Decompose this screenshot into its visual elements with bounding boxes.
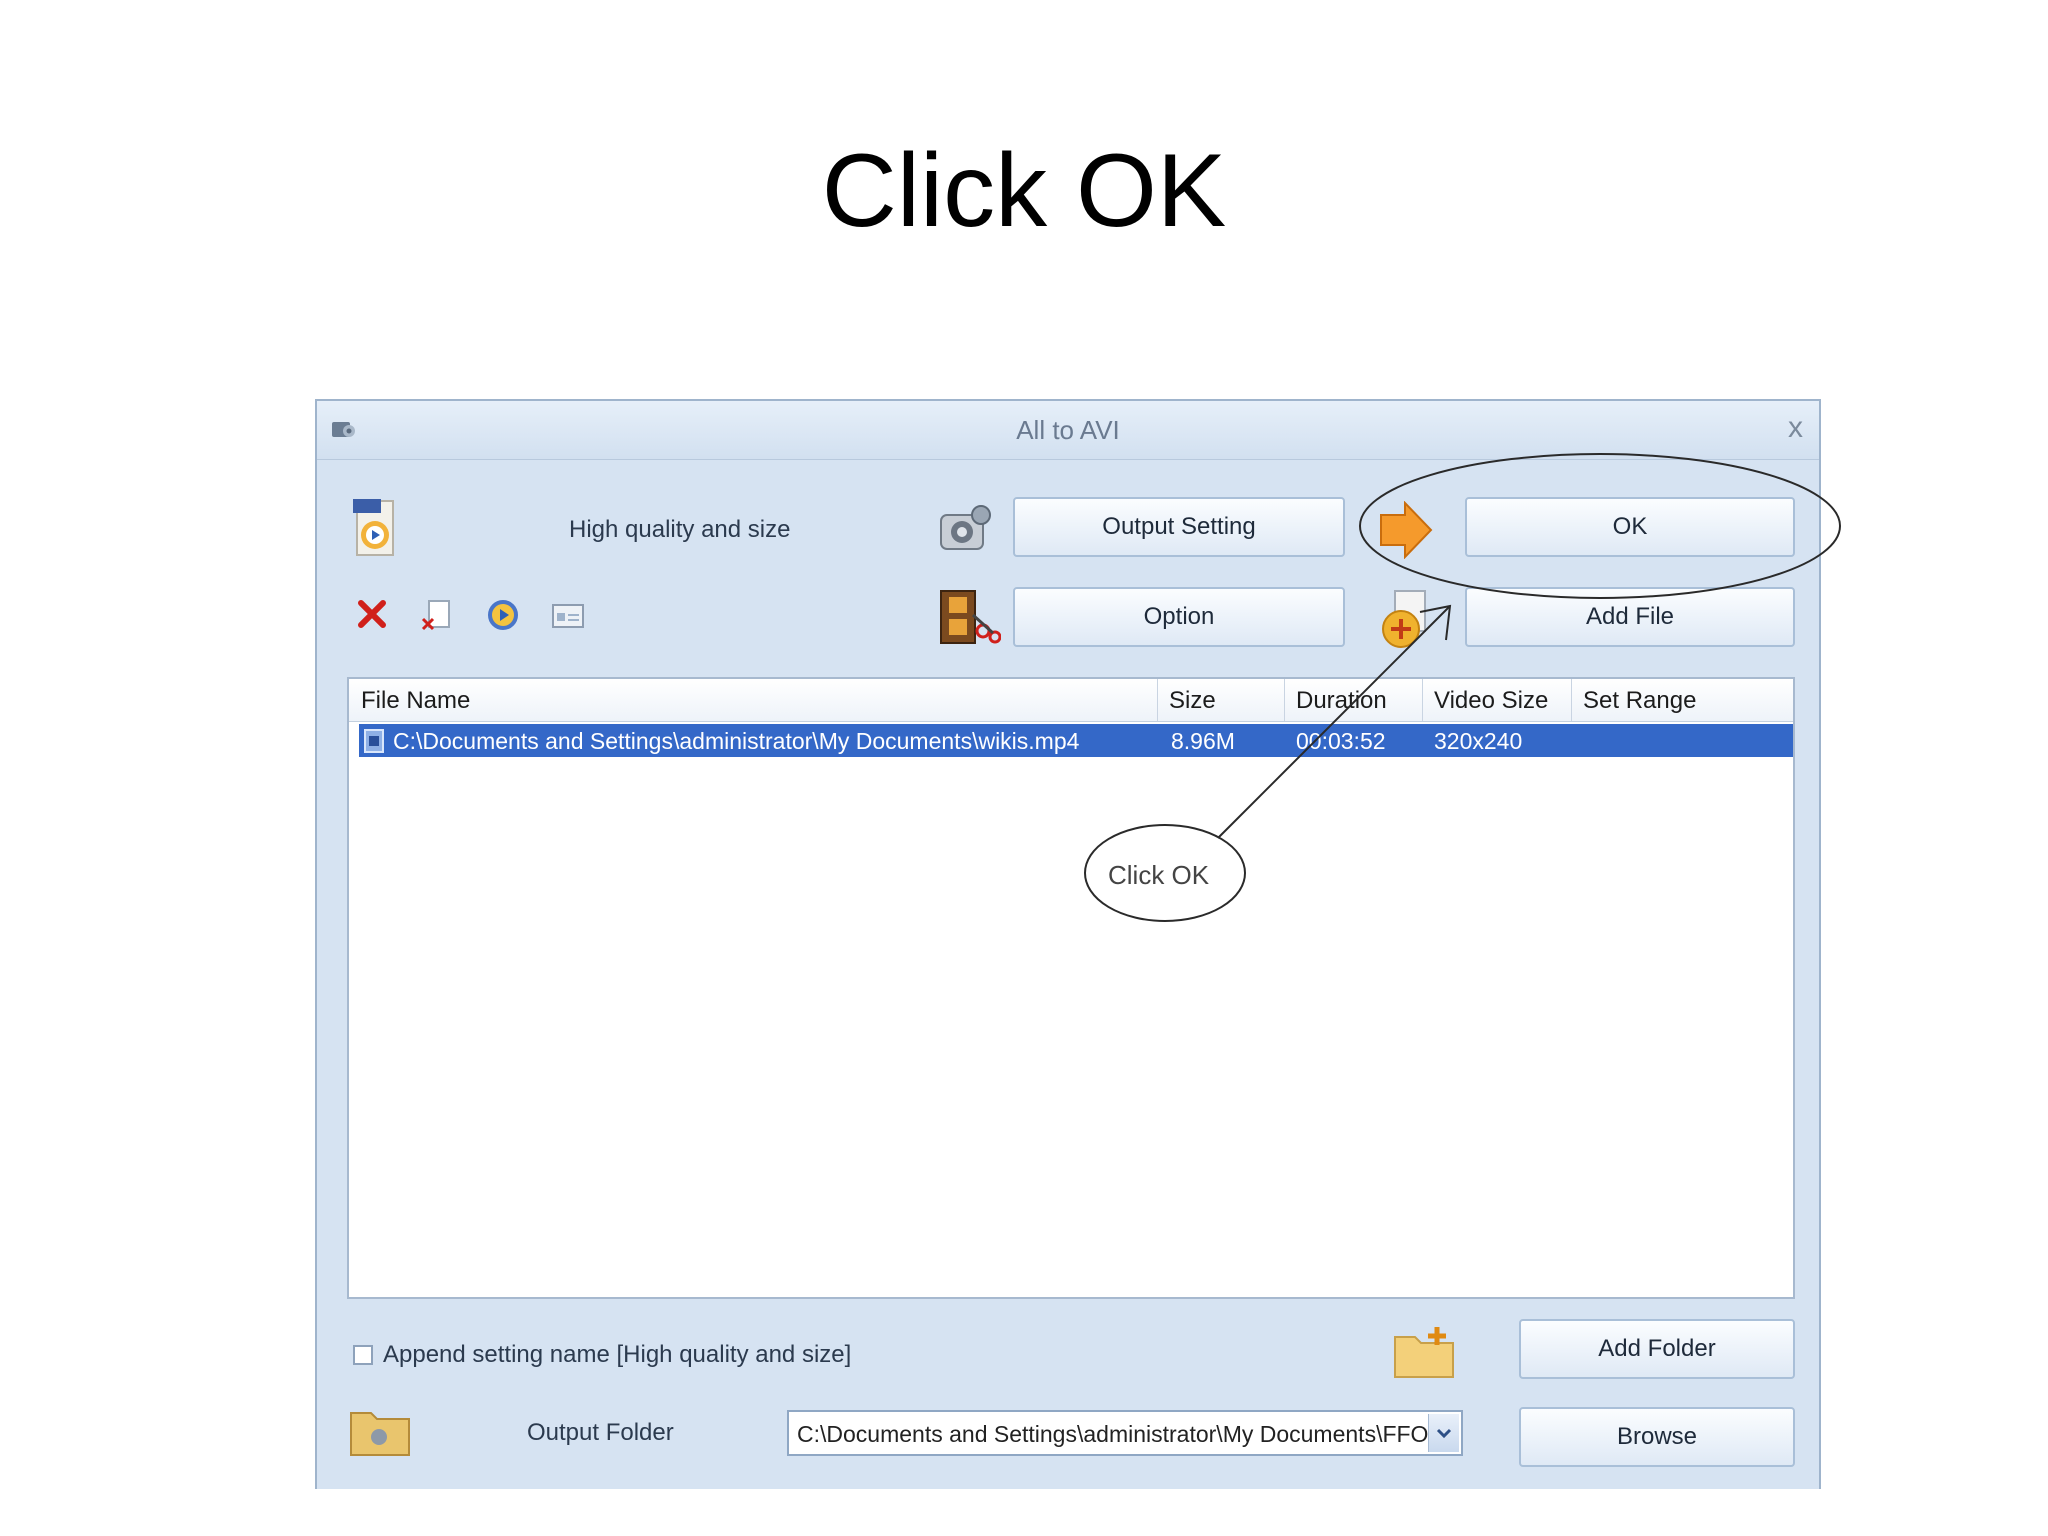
remove-file-icon[interactable] [421, 599, 451, 633]
output-folder-icon [350, 1412, 410, 1456]
file-list[interactable]: File Name Size Duration Video Size Set R… [347, 677, 1795, 1299]
play-icon[interactable] [487, 599, 519, 631]
properties-icon[interactable] [551, 603, 585, 629]
chevron-down-icon[interactable] [1428, 1414, 1459, 1452]
append-setting-label[interactable]: Append setting name [High quality and si… [383, 1341, 851, 1369]
add-file-button[interactable]: Add File [1465, 587, 1795, 647]
option-button[interactable]: Option [1013, 587, 1345, 647]
output-folder-label: Output Folder [527, 1419, 674, 1446]
table-row[interactable]: C:\Documents and Settings\administrator\… [359, 724, 1793, 757]
output-folder-value[interactable]: C:\Documents and Settings\administrator\… [797, 1421, 1428, 1448]
film-cut-icon[interactable] [937, 587, 1001, 647]
slide-title: Click OK [821, 133, 1227, 249]
app-window: All to AVI x High quality and size Outpu… [315, 399, 1821, 1489]
add-folder-icon[interactable] [1393, 1323, 1457, 1381]
cell-duration: 00:03:52 [1296, 728, 1386, 754]
append-setting-checkbox[interactable] [353, 1345, 373, 1365]
profile-label[interactable]: High quality and size [569, 516, 790, 544]
cell-video-size: 320x240 [1434, 728, 1523, 754]
title-bar: All to AVI x [317, 401, 1819, 460]
callout-text: Click OK [1108, 860, 1210, 890]
column-duration[interactable]: Duration [1296, 687, 1387, 715]
cell-file-name: C:\Documents and Settings\administrator\… [393, 728, 1080, 754]
column-size[interactable]: Size [1169, 687, 1216, 715]
column-file-name[interactable]: File Name [361, 687, 470, 715]
column-video-size[interactable]: Video Size [1434, 687, 1548, 715]
go-arrow-icon[interactable] [1375, 501, 1433, 559]
output-setting-icon[interactable] [937, 501, 997, 557]
avi-profile-icon[interactable] [351, 497, 397, 559]
close-button[interactable]: x [1788, 411, 1803, 445]
browse-button[interactable]: Browse [1519, 1407, 1795, 1467]
add-folder-button[interactable]: Add Folder [1519, 1319, 1795, 1379]
file-list-header: File Name Size Duration Video Size Set R… [349, 679, 1793, 722]
output-folder-combo[interactable]: C:\Documents and Settings\administrator\… [787, 1410, 1463, 1456]
ok-button[interactable]: OK [1465, 497, 1795, 557]
column-set-range[interactable]: Set Range [1583, 687, 1696, 715]
delete-icon[interactable] [357, 599, 387, 629]
output-setting-button[interactable]: Output Setting [1013, 497, 1345, 557]
window-title: All to AVI [1016, 415, 1120, 445]
add-file-icon[interactable] [1379, 589, 1435, 651]
video-file-icon [364, 729, 384, 753]
cell-size: 8.96M [1171, 728, 1235, 754]
